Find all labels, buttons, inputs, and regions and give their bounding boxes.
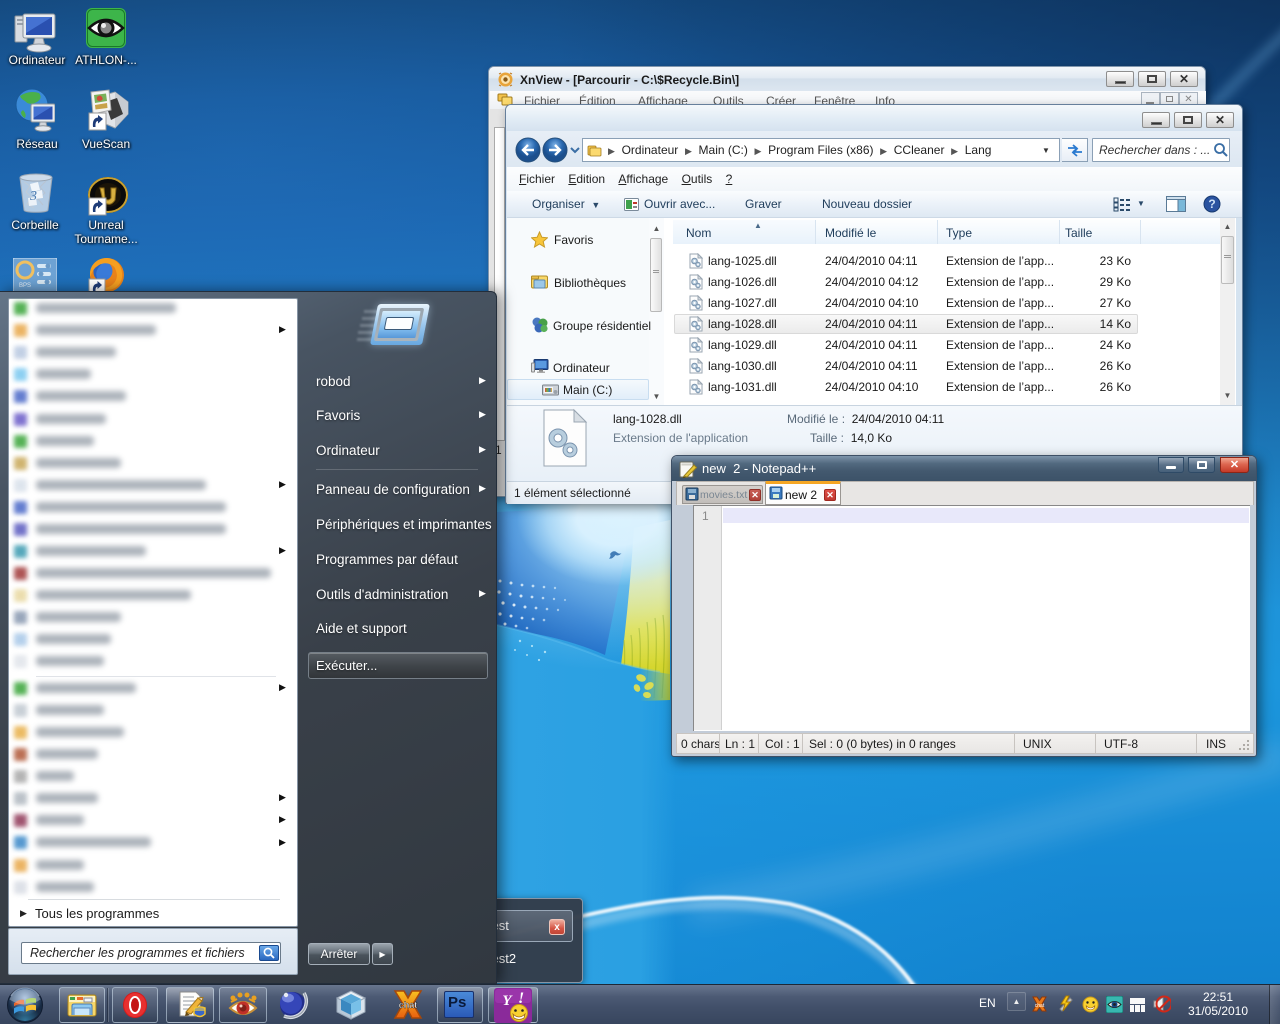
svg-text:?: ? [1208, 197, 1215, 211]
svg-text:3: 3 [29, 189, 37, 204]
svg-text:BPS: BPS [19, 283, 31, 289]
svg-text:chat: chat [399, 1000, 418, 1010]
svg-text:chat: chat [1035, 1003, 1045, 1009]
